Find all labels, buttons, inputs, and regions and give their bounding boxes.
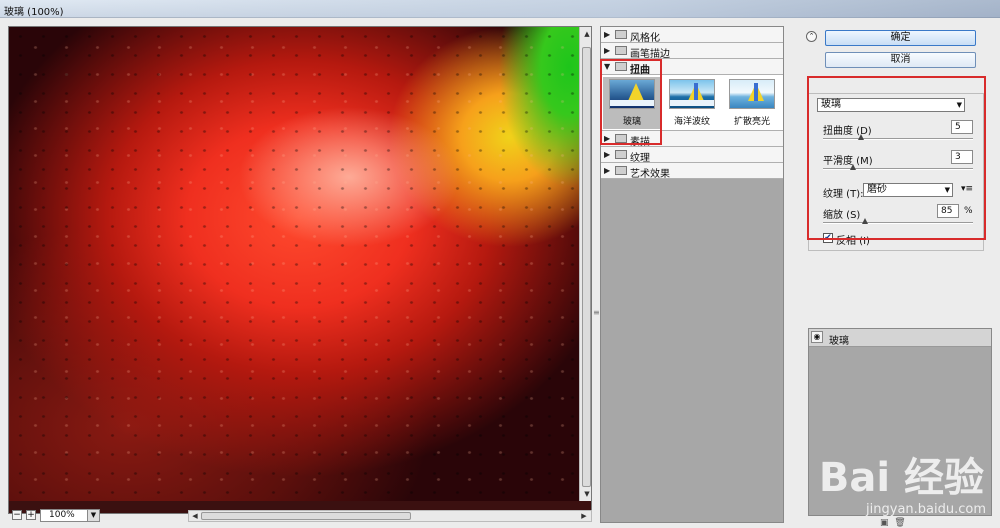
filter-thumb-caption: 海洋波纹 xyxy=(673,117,710,127)
ok-button[interactable]: 确定 xyxy=(825,30,976,46)
distortion-input[interactable]: 5 xyxy=(951,120,973,134)
folder-icon xyxy=(615,46,627,55)
filter-settings-panel: 玻璃 ▼ 扭曲度 (D) 5 平滑度 (M) 3 纹理 (T): 磨砂 ▼ ▾≡… xyxy=(808,93,984,251)
texture-menu-icon[interactable]: ▾≡ xyxy=(961,184,973,194)
filter-gallery-dialog: ▲ ▼ − + 100% ▼ ◀ ▶ ≡ ▶ 风格化 ▶ 画笔描边 ▼ 扭曲 玻… xyxy=(0,18,1000,528)
distort-thumbnails: 玻璃 海洋波纹 扩散亮光 xyxy=(601,75,783,131)
filter-select-value: 玻璃 xyxy=(821,99,841,110)
wave-graphic xyxy=(610,100,654,106)
expand-arrow-icon: ▶ xyxy=(604,134,611,143)
scaling-unit: % xyxy=(964,206,973,216)
open-folder-icon xyxy=(615,62,627,71)
chevron-down-icon: ▼ xyxy=(944,186,950,194)
folder-icon xyxy=(615,134,627,143)
preview-horizontal-scrollbar[interactable]: ◀ ▶ xyxy=(188,510,592,522)
texture-select[interactable]: 磨砂 ▼ xyxy=(863,183,953,197)
chevron-down-icon: ▼ xyxy=(87,510,99,521)
scroll-left-arrow-icon[interactable]: ◀ xyxy=(190,511,200,521)
category-stylize[interactable]: ▶ 风格化 xyxy=(601,27,783,44)
category-artistic[interactable]: ▶ 艺术效果 xyxy=(601,163,783,180)
trash-icon[interactable]: 🗑 xyxy=(894,518,905,528)
smoothness-slider-thumb[interactable] xyxy=(850,164,856,170)
window-title: 玻璃 (100%) xyxy=(4,7,64,18)
preview-image[interactable] xyxy=(9,27,579,501)
expand-arrow-icon: ▶ xyxy=(604,30,611,39)
invert-label: 反相 (I) xyxy=(836,236,870,247)
category-label: 纹理 xyxy=(630,153,650,164)
category-label: 艺术效果 xyxy=(630,169,670,180)
panel-splitter[interactable]: ≡ xyxy=(592,18,600,525)
layer-actions: ▣ 🗑 xyxy=(880,518,906,528)
eye-icon[interactable]: ◉ xyxy=(811,331,823,343)
smoothness-label: 平滑度 (M) xyxy=(823,156,873,167)
zoom-level-value: 100% xyxy=(49,510,75,520)
effect-layer-label: 玻璃 xyxy=(829,336,849,347)
cancel-button[interactable]: 取消 xyxy=(825,52,976,68)
sail-blue-graphic xyxy=(694,83,698,101)
folder-icon xyxy=(615,150,627,159)
new-layer-icon[interactable]: ▣ xyxy=(880,518,889,528)
diffuse-glow-thumbnail-image xyxy=(729,79,775,109)
category-label: 画笔描边 xyxy=(630,49,670,60)
ocean-ripple-thumbnail-image xyxy=(669,79,715,109)
preview-bottom-bar: − + 100% ▼ ◀ ▶ xyxy=(8,509,592,523)
preview-vertical-scrollbar[interactable]: ▲ ▼ xyxy=(579,27,591,501)
expand-arrow-icon: ▶ xyxy=(604,150,611,159)
scaling-input[interactable]: 85 xyxy=(937,204,959,218)
glass-texture-overlay xyxy=(9,27,579,501)
scaling-slider-thumb[interactable] xyxy=(862,218,868,224)
filter-list-panel: ▶ 风格化 ▶ 画笔描边 ▼ 扭曲 玻璃 海洋波纹 扩散亮光 ▶ 素描 ▶ 纹理… xyxy=(600,26,784,523)
sailboat-graphic xyxy=(628,83,644,101)
category-label: 扭曲 xyxy=(630,65,650,76)
expand-arrow-icon: ▶ xyxy=(604,166,611,175)
category-label: 素描 xyxy=(630,137,650,148)
filter-thumb-ocean-ripple[interactable]: 海洋波纹 xyxy=(663,77,721,129)
category-brush-strokes[interactable]: ▶ 画笔描边 xyxy=(601,43,783,60)
distortion-slider[interactable] xyxy=(823,138,973,140)
distortion-slider-thumb[interactable] xyxy=(857,134,864,140)
chevron-down-icon: ▼ xyxy=(956,101,962,109)
collapse-arrow-icon: ▼ xyxy=(604,62,611,71)
scroll-up-arrow-icon[interactable]: ▲ xyxy=(582,29,591,39)
scroll-down-arrow-icon[interactable]: ▼ xyxy=(582,489,591,499)
title-bar-glow xyxy=(40,0,1000,18)
effect-layer-row[interactable]: ◉ 玻璃 xyxy=(809,329,991,347)
preview-area: ▲ ▼ xyxy=(8,26,592,514)
smoothness-input[interactable]: 3 xyxy=(951,150,973,164)
filter-thumb-glass[interactable]: 玻璃 xyxy=(603,77,661,129)
category-label: 风格化 xyxy=(630,33,660,44)
watermark-url: jingyan.baidu.com xyxy=(866,502,986,517)
distortion-label: 扭曲度 (D) xyxy=(823,126,872,137)
zoom-out-button[interactable]: − xyxy=(12,510,22,520)
horizontal-scroll-thumb[interactable] xyxy=(201,512,411,520)
glass-thumbnail-image xyxy=(609,79,655,109)
sail-blue-graphic xyxy=(754,83,758,101)
folder-icon xyxy=(615,166,627,175)
smoothness-slider[interactable] xyxy=(823,168,973,170)
title-bar: 玻璃 (100%) xyxy=(0,0,1000,18)
collapse-panel-icon[interactable]: ⌃ xyxy=(806,31,817,42)
texture-select-value: 磨砂 xyxy=(867,184,887,195)
zoom-in-button[interactable]: + xyxy=(26,510,36,520)
vertical-scroll-thumb[interactable] xyxy=(582,47,591,487)
filter-thumb-caption: 玻璃 xyxy=(622,117,641,127)
scaling-slider[interactable] xyxy=(823,222,973,224)
grip-icon: ≡ xyxy=(593,308,600,317)
category-sketch[interactable]: ▶ 素描 xyxy=(601,131,783,148)
scroll-right-arrow-icon[interactable]: ▶ xyxy=(579,511,589,521)
zoom-level-select[interactable]: 100% ▼ xyxy=(40,509,100,522)
category-distort[interactable]: ▼ 扭曲 xyxy=(601,59,783,76)
expand-arrow-icon: ▶ xyxy=(604,46,611,55)
texture-label: 纹理 (T): xyxy=(823,189,864,200)
folder-icon xyxy=(615,30,627,39)
wave-graphic xyxy=(670,100,714,106)
filter-thumb-caption: 扩散亮光 xyxy=(733,117,770,127)
category-texture[interactable]: ▶ 纹理 xyxy=(601,147,783,164)
scaling-label: 缩放 (S) xyxy=(823,210,861,221)
filter-select[interactable]: 玻璃 ▼ xyxy=(817,98,965,112)
watermark-brand: Bai 经验 xyxy=(818,455,984,501)
invert-checkbox[interactable]: ✔ xyxy=(823,233,833,243)
filter-thumb-diffuse-glow[interactable]: 扩散亮光 xyxy=(723,77,781,129)
